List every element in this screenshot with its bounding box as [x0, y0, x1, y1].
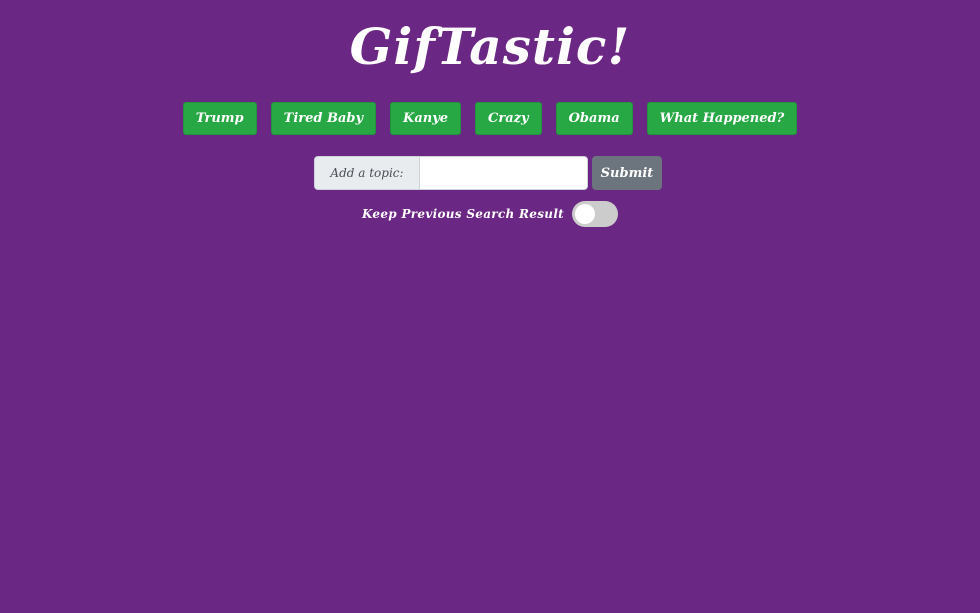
add-topic-form: Add a topic: Submit: [314, 156, 662, 190]
topic-button-obama[interactable]: Obama: [555, 102, 633, 135]
topic-input[interactable]: [419, 156, 588, 190]
topic-input-group: Add a topic:: [314, 156, 588, 190]
keep-previous-toggle[interactable]: [572, 201, 619, 227]
topic-buttons: Trump Tired Baby Kanye Crazy Obama What …: [0, 102, 980, 135]
topic-button-kanye[interactable]: Kanye: [390, 102, 462, 135]
topic-button-crazy[interactable]: Crazy: [475, 102, 542, 135]
toggle-knob: [575, 204, 596, 224]
topic-button-tired-baby[interactable]: Tired Baby: [270, 102, 377, 135]
submit-button[interactable]: Submit: [592, 156, 662, 190]
keep-previous-label: Keep Previous Search Result: [361, 207, 565, 221]
page-title: GifTastic!: [349, 17, 631, 76]
topic-button-what-happened[interactable]: What Happened?: [646, 102, 798, 135]
add-topic-label: Add a topic:: [314, 156, 419, 190]
keep-previous-row: Keep Previous Search Result: [0, 201, 980, 227]
topic-button-trump[interactable]: Trump: [182, 102, 257, 135]
